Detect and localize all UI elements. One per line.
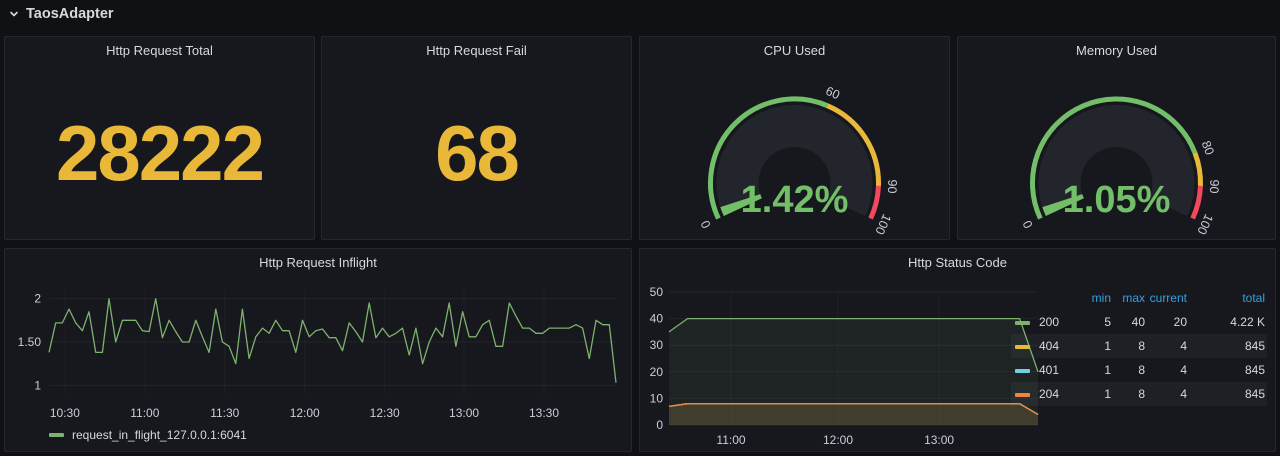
legend-row-204[interactable]: 204184845 [1011,382,1267,406]
legend-value-current: 4 [1147,334,1189,358]
row-title: TaosAdapter [26,6,114,22]
x-tick-label: 13:00 [924,433,954,447]
x-tick-label: 12:00 [290,406,320,420]
dashboard-row-header[interactable]: TaosAdapter [0,0,114,28]
cpu-used-value: 1.42% [640,181,949,219]
legend-row-401[interactable]: 401184845 [1011,358,1267,382]
x-tick-label: 13:30 [529,406,559,420]
legend-value-total: 845 [1189,382,1267,406]
panel-title-http-request-fail[interactable]: Http Request Fail [322,43,631,58]
legend-header-total[interactable]: total [1189,286,1267,310]
y-tick-label: 1.50 [18,335,42,349]
y-tick-label: 30 [650,338,664,352]
panel-cpu-used: CPU Used 06090100 1.42% [639,36,950,240]
legend-header-min[interactable]: min [1075,286,1113,310]
panel-http-request-fail: Http Request Fail 68 [321,36,632,240]
legend-value-total: 845 [1189,334,1267,358]
panel-title-cpu-used[interactable]: CPU Used [640,43,949,58]
memory-used-value: 1.05% [958,181,1275,219]
panel-http-status-code: 0 10 20 30 40 50 11:00 12:00 13:00 Http Status C… [639,248,1276,452]
x-tick-label: 12:00 [823,433,853,447]
series-line-request_in_flight_127.0.0.1:6041 [49,299,616,383]
legend-value-total: 845 [1189,358,1267,382]
x-tick-label: 12:30 [370,406,400,420]
panel-http-request-total: Http Request Total 28222 [4,36,315,240]
legend-value-min: 1 [1075,358,1113,382]
y-tick-label: 10 [650,391,664,405]
x-tick-label: 13:00 [449,406,479,420]
series-swatch-200 [1015,321,1030,325]
gauge-tick-label: 0 [698,218,714,230]
x-tick-label: 11:30 [210,406,239,420]
legend-value-max: 8 [1113,334,1147,358]
x-tick-label: 11:00 [130,406,159,420]
series-swatch-204 [1015,393,1030,397]
status-legend-table: minmaxcurrenttotal200540204.22 K40418484… [1011,286,1267,406]
x-tick-label: 11:00 [716,433,745,447]
legend-value-total: 4.22 K [1189,310,1267,334]
legend-row-200[interactable]: 200540204.22 K [1011,310,1267,334]
legend-value-max: 8 [1113,382,1147,406]
legend-series-name[interactable]: 401 [1035,358,1075,382]
legend-value-min: 5 [1075,310,1113,334]
gauge-tick-label: 0 [1020,218,1036,230]
series-swatch-404 [1015,345,1030,349]
inflight-legend-item[interactable]: request_in_flight_127.0.0.1:6041 [49,428,247,442]
series-swatch-401 [1015,369,1030,373]
inflight-chart-svg: 1 1.50 2 10:30 11:00 11:30 12:00 12:30 13:00 13:3… [5,249,633,453]
panel-memory-used: Memory Used 08090100 1.05% [957,36,1276,240]
panel-title-http-status-code[interactable]: Http Status Code [640,255,1275,270]
series-fill-204 [669,404,1038,425]
y-tick-label: 40 [650,312,664,326]
legend-series-name[interactable]: 200 [1035,310,1075,334]
legend-header-current[interactable]: current [1147,286,1189,310]
gauge-tick-label: 60 [824,84,842,102]
y-tick-label: 2 [34,292,41,306]
legend-header-row: minmaxcurrenttotal [1011,286,1267,310]
y-tick-label: 0 [656,418,663,432]
legend-value-min: 1 [1075,382,1113,406]
y-tick-label: 50 [650,285,664,299]
legend-header-max[interactable]: max [1113,286,1147,310]
legend-series-name[interactable]: 404 [1035,334,1075,358]
x-tick-label: 10:30 [50,406,80,420]
panel-title-http-request-total[interactable]: Http Request Total [5,43,314,58]
panel-title-http-request-inflight[interactable]: Http Request Inflight [5,255,631,270]
chevron-down-icon [8,8,20,20]
y-tick-label: 1 [34,378,41,392]
gauge-tick-label: 80 [1199,139,1217,157]
panel-title-memory-used[interactable]: Memory Used [958,43,1275,58]
stat-value-http-request-total: 28222 [5,114,314,192]
series-swatch-green [49,433,64,437]
legend-value-current: 4 [1147,358,1189,382]
legend-value-current: 20 [1147,310,1189,334]
inflight-legend-label: request_in_flight_127.0.0.1:6041 [72,428,247,442]
legend-row-404[interactable]: 404184845 [1011,334,1267,358]
panel-http-request-inflight: 1 1.50 2 10:30 11:00 11:30 12:00 12:30 13:00 13:3… [4,248,632,452]
legend-series-name[interactable]: 204 [1035,382,1075,406]
legend-value-max: 8 [1113,358,1147,382]
y-tick-label: 20 [650,365,664,379]
legend-value-min: 1 [1075,334,1113,358]
legend-value-max: 40 [1113,310,1147,334]
stat-value-http-request-fail: 68 [322,114,631,192]
legend-value-current: 4 [1147,382,1189,406]
